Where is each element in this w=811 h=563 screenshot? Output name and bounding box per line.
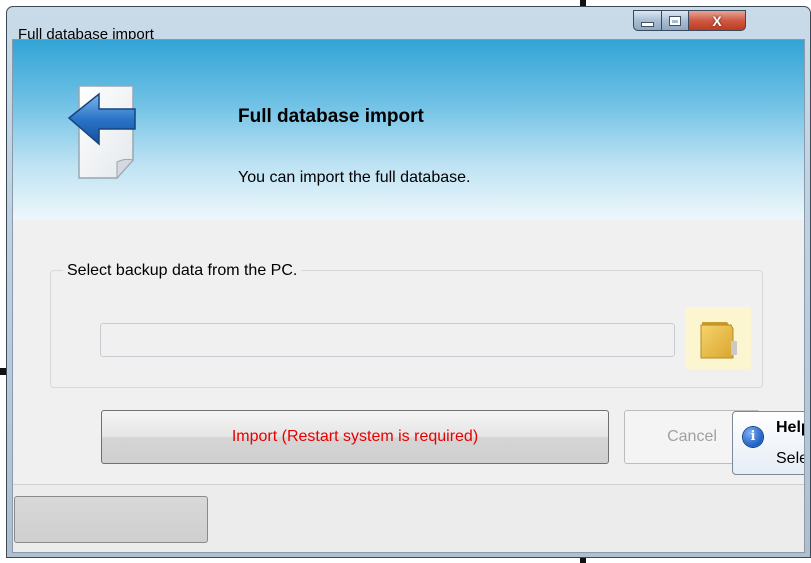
title-bar[interactable]: Full database import X <box>7 7 810 43</box>
header-banner: Full database import You can import the … <box>13 40 804 220</box>
folder-icon <box>700 322 737 359</box>
status-bar-button[interactable] <box>14 496 208 543</box>
close-icon: X <box>712 12 722 29</box>
maximize-icon <box>670 16 680 25</box>
help-tooltip: i Help Select <box>732 411 804 475</box>
banner-subtitle: You can import the full database. <box>238 169 471 186</box>
status-bar <box>13 485 804 552</box>
help-tooltip-title: Help <box>776 419 804 436</box>
minimize-button[interactable] <box>633 10 662 31</box>
help-tooltip-body: Select <box>776 450 804 467</box>
import-button[interactable]: Import (Restart system is required) <box>101 410 609 464</box>
dialog-client-area: Full database import You can import the … <box>12 39 805 553</box>
browse-folder-button[interactable] <box>685 307 751 369</box>
minimize-icon <box>642 23 653 26</box>
import-arrow-document-icon <box>67 85 136 180</box>
backup-path-field[interactable] <box>100 323 675 357</box>
maximize-button[interactable] <box>661 10 689 31</box>
banner-title: Full database import <box>238 106 424 127</box>
backup-source-label: Select backup data from the PC. <box>63 262 302 280</box>
close-button[interactable]: X <box>688 10 746 31</box>
info-icon: i <box>743 427 763 447</box>
dialog-window: Full database import X Full database imp… <box>6 6 811 558</box>
